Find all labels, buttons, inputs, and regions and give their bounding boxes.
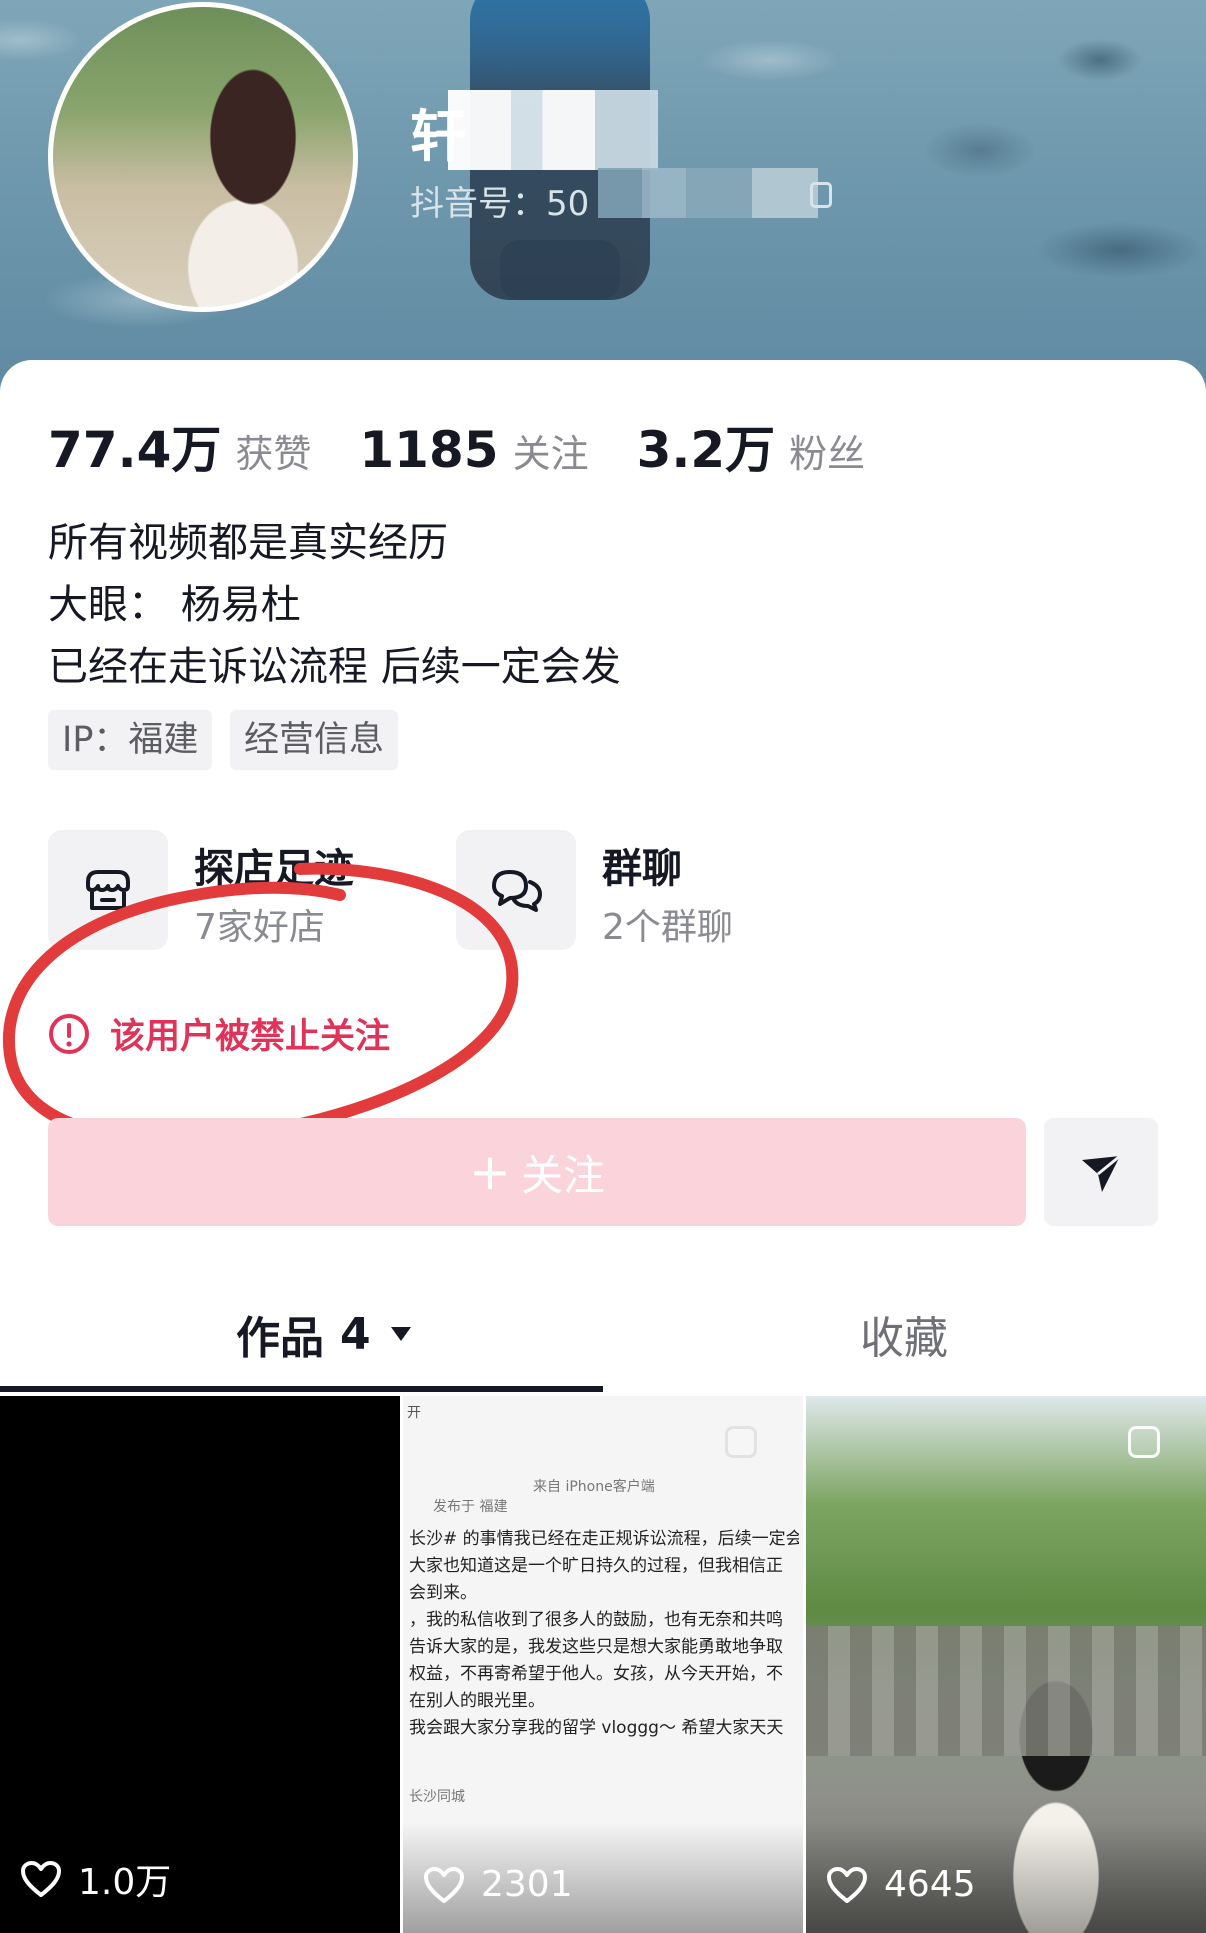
video-thumbnail-2[interactable]: 开 来自 iPhone客户端 发布于 福建 长沙# 的事情我已经在走正规诉讼流程… [403,1396,803,1933]
heart-icon [827,1866,867,1903]
likes-count-1: 1.0万 [78,1862,172,1903]
copy-icon[interactable] [810,182,832,208]
likes-count-2: 2301 [481,1864,573,1905]
douyin-id-value: 50 [546,184,590,224]
group-chat-title: 群聊 [602,846,682,892]
tab-works[interactable]: 作品 4 [236,1302,413,1366]
following-count[interactable]: 1185 [359,421,498,479]
doc-line: 我会跟大家分享我的留学 vloggg～ 希望大家天天 [409,1718,784,1738]
bio-line-3: 已经在走诉讼流程 后续一定会发 [48,644,621,690]
bio-line-1: 所有视频都是真实经历 [48,520,448,566]
video-thumbnail-3[interactable]: 4645 [806,1396,1206,1933]
follow-ban-notice: 该用户被禁止关注 [48,1008,390,1059]
likes-count[interactable]: 77.4万 [48,410,221,482]
shop-visits-subtitle: 7家好店 [194,907,325,948]
doc-line: 大家也知道这是一个旷日持久的过程，但我相信正 [409,1556,783,1576]
doc-text: 长沙# 的事情我已经在走正规诉讼流程，后续一定会 大家也知道这是一个旷日持久的过… [409,1526,799,1742]
group-chat-subtitle: 2个群聊 [602,907,733,948]
likes-label[interactable]: 获赞 [235,423,311,478]
douyin-id-mosaic [598,168,818,218]
doc-line: 权益，不再寄希望于他人。女孩，从今天开始，不 [409,1664,783,1684]
video-likes-1: 1.0万 [20,1853,171,1905]
video-likes-2: 2301 [423,1864,573,1905]
business-info-tag[interactable]: 经营信息 [230,710,399,770]
tab-works-label: 作品 [236,1313,324,1364]
group-chat-icon-box [456,830,576,950]
avatar[interactable] [48,2,358,312]
bio-line-2: 大眼： 杨易杜 [48,582,301,628]
tab-indicator [0,1386,603,1392]
video-likes-3: 4645 [826,1864,976,1905]
ip-tag: IP：福建 [48,710,213,770]
message-button[interactable] [1044,1118,1158,1226]
select-checkbox-icon [725,1426,757,1458]
send-icon [1082,1154,1121,1192]
followers-count[interactable]: 3.2万 [637,410,776,482]
following-label[interactable]: 关注 [513,423,589,478]
plus-icon: + [469,1143,511,1201]
shop-icon [86,870,130,910]
ban-notice-text: 该用户被禁止关注 [110,1017,391,1057]
stats-row: 77.4万 获赞 1185 关注 3.2万 粉丝 [48,410,913,482]
doc-line: 在别人的眼光里。 [409,1691,545,1711]
doc-line: 告诉大家的是，我发这些只是想大家能勇敢地争取 [409,1637,783,1657]
shop-visits-title: 探店足迹 [194,846,354,892]
video-thumbnail-1[interactable]: 1.0万 [0,1396,400,1933]
doc-corner-text: 开 [407,1405,421,1421]
heart-icon [21,1861,61,1897]
chat-bubbles-icon [492,870,542,912]
profile-page: 轩 抖音号：50 77.4万 获赞 1185 关注 3.2万 粉丝 所有视频都是… [0,0,1206,1933]
shop-icon-box [48,830,168,950]
doc-meta: 来自 iPhone客户端 [533,1479,655,1495]
followers-label[interactable]: 粉丝 [789,423,865,478]
likes-count-3: 4645 [884,1864,976,1905]
follow-button-label: 关注 [520,1150,605,1200]
douyin-id-label: 抖音号： [410,184,546,224]
username-mosaic [448,90,658,170]
douyin-id: 抖音号：50 [410,176,589,225]
caret-down-icon[interactable] [389,1325,413,1343]
tab-works-count: 4 [340,1308,371,1360]
select-checkbox-icon [1128,1426,1160,1458]
follow-button[interactable]: + 关注 [48,1118,1026,1226]
tab-favorites[interactable]: 收藏 [860,1302,948,1366]
heart-icon [424,1866,464,1903]
doc-line: ，我的私信收到了很多人的鼓励，也有无奈和共鸣 [409,1610,783,1630]
warning-icon [49,1013,89,1054]
doc-line: 会到来。 [409,1583,477,1603]
doc-location: 发布于 福建 [433,1499,508,1515]
doc-footer: 长沙同城 [409,1789,465,1805]
doc-line: 长沙# 的事情我已经在走正规诉讼流程，后续一定会 [409,1529,799,1549]
